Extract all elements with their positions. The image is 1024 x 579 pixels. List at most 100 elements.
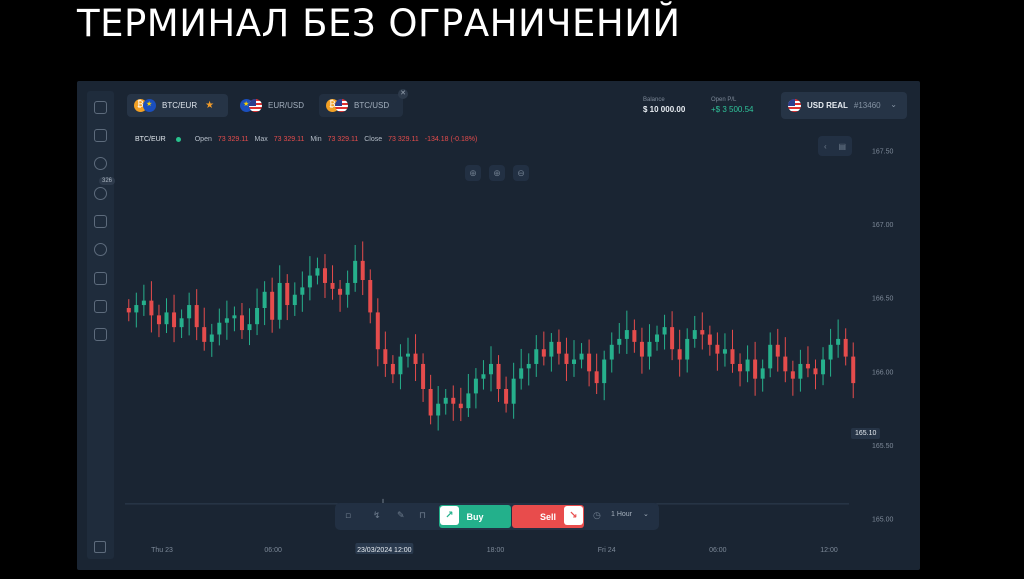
chart-symbol: BTC/EUR: [135, 136, 166, 143]
open-value: 73 329.11: [217, 136, 249, 143]
chevron-left-icon[interactable]: ‹: [824, 142, 827, 151]
usd-flag-icon: [249, 99, 262, 112]
pen-icon[interactable]: ✎: [397, 511, 405, 521]
tab-btc-eur[interactable]: BTC/EUR ★: [127, 94, 228, 117]
close-label: Close: [364, 136, 383, 143]
page-headline: ТЕРМИНАЛ БЕЗ ОГРАНИЧЕНИЙ: [77, 2, 681, 45]
chart-tools: ‹ ▤: [818, 136, 852, 156]
x-tick-label: 12:00: [820, 547, 838, 554]
history-icon[interactable]: [94, 187, 107, 200]
live-dot-icon: [175, 137, 181, 142]
candle-body: [239, 315, 244, 331]
crosshair-icon[interactable]: ⊕: [465, 165, 481, 181]
calculator-icon[interactable]: [94, 328, 107, 341]
candle-body: [549, 341, 554, 357]
candle-body: [602, 359, 607, 384]
candle-body: [775, 344, 780, 357]
candle-body: [232, 315, 237, 319]
buy-label: Buy: [466, 511, 484, 522]
candle-body: [556, 341, 561, 354]
candle-body: [572, 359, 577, 364]
candle-body: [330, 282, 335, 289]
chat-icon[interactable]: [94, 272, 107, 285]
left-sidebar: 326: [87, 91, 116, 559]
candle-body: [715, 344, 720, 354]
candle-body: [187, 305, 192, 319]
balance-label: Balance: [643, 97, 665, 103]
star-icon[interactable]: ★: [205, 100, 214, 111]
candle-body: [534, 349, 539, 364]
candle-body: [836, 338, 841, 345]
candle-body: [745, 359, 750, 372]
candle-body: [262, 291, 267, 308]
candle-body: [692, 330, 697, 339]
candle-body: [247, 324, 252, 331]
candle-body: [730, 349, 735, 364]
candle-body: [722, 349, 727, 354]
draw-icon[interactable]: ↯: [373, 511, 381, 521]
candle-body: [473, 378, 478, 394]
candle-body: [489, 363, 493, 375]
bank-icon[interactable]: [94, 300, 107, 313]
pnl-label: Open P/L: [711, 97, 737, 103]
account-name: USD REAL: [807, 101, 848, 110]
candle-body: [655, 334, 660, 342]
book-icon[interactable]: [94, 215, 107, 228]
account-selector[interactable]: USD REAL #13460 ⌄: [781, 92, 907, 119]
candle-body: [300, 287, 305, 295]
candle-body: [707, 334, 712, 345]
price-chart[interactable]: 167.50 167.00 166.50 166.00 165.50 165.00 Thu …: [77, 81, 920, 570]
pnl-value: +$ 3 500.54: [711, 105, 754, 114]
candle-body: [360, 260, 365, 281]
candle-body: [670, 327, 675, 350]
candle-body: [383, 349, 388, 364]
candle-body: [685, 338, 690, 360]
min-label: Min: [310, 136, 322, 143]
tab-btc-usd[interactable]: BTC/USD ✕: [319, 89, 408, 117]
arrow-up-icon: ↗: [440, 506, 459, 525]
candle-body: [270, 291, 275, 320]
chevron-down-icon[interactable]: ⌄: [643, 510, 649, 518]
dashboard-icon[interactable]: [94, 101, 107, 114]
candle-body: [172, 312, 177, 328]
candle-body: [496, 363, 501, 389]
candle-body: [851, 356, 856, 384]
x-tick-label: 23/03/2024 12:00: [357, 547, 412, 554]
candle-body: [632, 330, 637, 342]
buy-button[interactable]: ↗ Buy: [439, 505, 511, 528]
candle-body: [292, 294, 297, 306]
close-tab-icon[interactable]: ✕: [398, 89, 408, 99]
zoom-in-icon[interactable]: ⊕: [489, 165, 505, 181]
candle-body: [315, 268, 320, 276]
candle-body: [647, 341, 652, 357]
tab-eur-usd[interactable]: EUR/USD: [233, 94, 313, 117]
usd-flag-icon: [788, 99, 801, 112]
change-value: -134.18 (-0.18%): [424, 136, 478, 143]
candle-body: [579, 353, 584, 360]
zoom-out-icon[interactable]: ⊖: [513, 165, 529, 181]
candle-body: [202, 327, 207, 342]
settings-icon[interactable]: [94, 243, 107, 256]
market-icon[interactable]: [94, 157, 107, 170]
ohlc-info: BTC/EUR Open 73 329.11 Max 73 329.11 Min…: [135, 136, 477, 143]
candle-body: [821, 359, 826, 375]
timeframe-select[interactable]: 1 Hour: [611, 511, 632, 518]
candle-body: [790, 371, 795, 379]
layout-icon[interactable]: ▤: [838, 142, 846, 151]
candle-body: [141, 300, 146, 306]
candle-body: [277, 282, 282, 320]
x-tick-label: 06:00: [709, 547, 727, 554]
max-value: 73 329.11: [273, 136, 305, 143]
square-icon[interactable]: ▫: [345, 511, 351, 521]
current-price-tag: 165.10: [851, 428, 881, 439]
candle-body: [677, 349, 682, 360]
chart-icon[interactable]: [94, 129, 107, 142]
candle-body: [353, 260, 358, 283]
candle-body: [594, 371, 599, 384]
candle-body: [609, 344, 614, 360]
logout-icon[interactable]: [94, 541, 106, 553]
tab-label: BTC/USD: [354, 101, 390, 110]
indicators-icon[interactable]: ⊓: [419, 511, 426, 521]
x-tick-label: 06:00: [264, 547, 282, 554]
sell-button[interactable]: Sell ↘: [512, 505, 584, 528]
